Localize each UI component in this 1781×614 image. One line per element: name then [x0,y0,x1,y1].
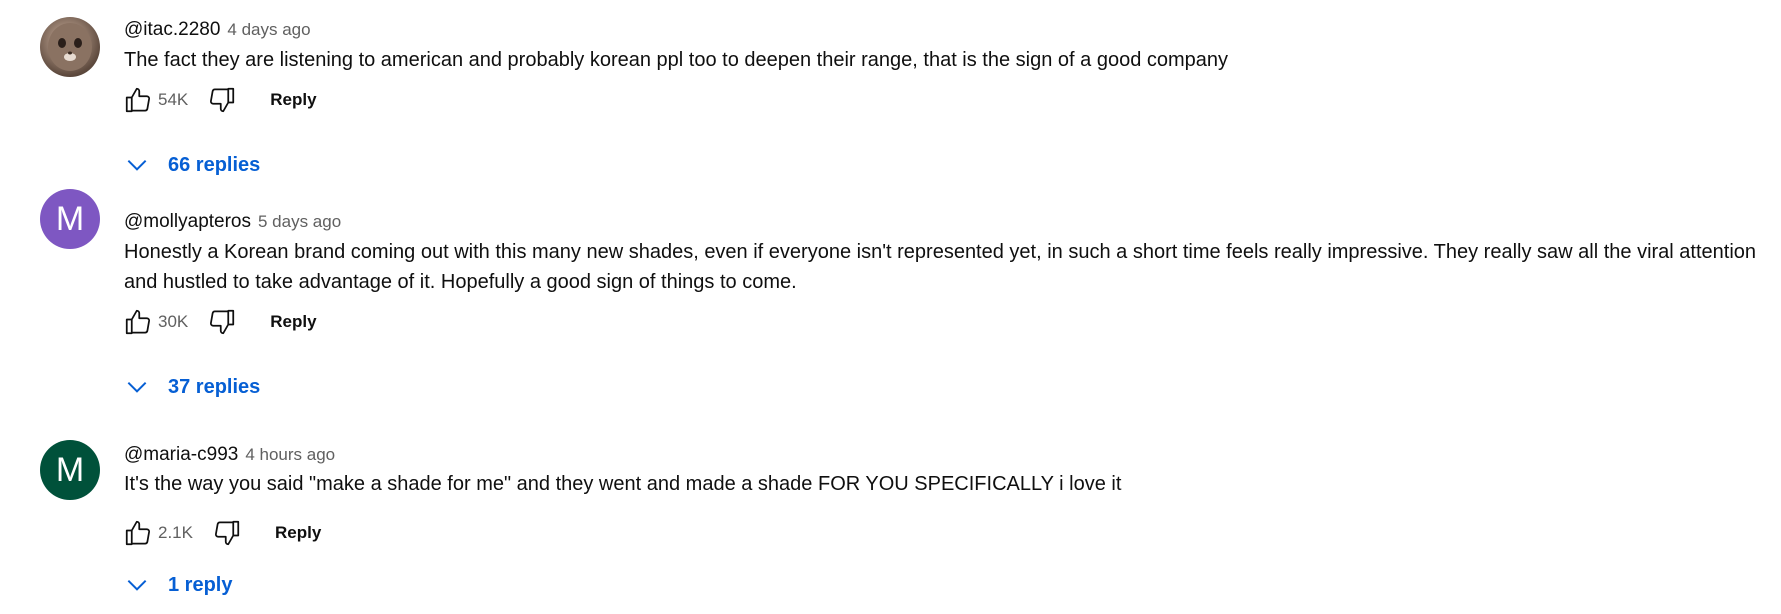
avatar-letter: M [55,199,85,238]
chevron-down-icon [127,381,147,393]
thumbs-down-icon [210,87,235,113]
like-button[interactable] [118,302,158,342]
thumbs-up-icon [125,520,151,546]
comments-section: @itac.2280 4 days ago The fact they are … [0,0,1781,614]
dislike-button[interactable] [202,80,242,120]
avatar[interactable]: M [40,189,100,249]
like-count: 54K [158,90,189,109]
chevron-down-icon [127,159,147,171]
comment-actions: 54K Reply [118,80,327,120]
avatar[interactable] [40,17,100,77]
comment-header: @mollyapteros 5 days ago [124,211,341,233]
like-button[interactable] [118,80,158,120]
comment-timestamp[interactable]: 5 days ago [258,212,341,232]
author-name[interactable]: @maria-c993 [124,444,238,466]
comment-header: @itac.2280 4 days ago [124,19,311,41]
view-replies-button[interactable]: 66 replies [124,145,260,185]
reply-button[interactable]: Reply [260,304,326,340]
like-count: 2.1K [158,523,193,542]
replies-count-label: 66 replies [168,153,261,176]
dislike-button[interactable] [207,513,247,553]
reply-button[interactable]: Reply [260,82,326,118]
like-button[interactable] [118,513,158,553]
dislike-button[interactable] [202,302,242,342]
comment-header: @maria-c993 4 hours ago [124,444,335,466]
comment-text: Honestly a Korean brand coming out with … [124,241,1757,293]
avatar-photo-icon [48,23,92,71]
replies-count-label: 37 replies [168,375,261,398]
thumbs-up-icon [125,87,151,113]
comment-timestamp[interactable]: 4 days ago [227,20,310,40]
comment-actions: 2.1K Reply [118,513,331,553]
view-replies-button[interactable]: 37 replies [124,367,260,407]
thumbs-up-icon [125,309,151,335]
author-name[interactable]: @mollyapteros [124,211,251,233]
comment-text: The fact they are listening to american … [124,49,1229,71]
like-count: 30K [158,312,189,331]
avatar[interactable]: M [40,440,100,500]
avatar-letter: M [55,450,85,489]
author-name[interactable]: @itac.2280 [124,19,220,41]
view-replies-button[interactable]: 1 reply [124,565,232,605]
comment-text: It's the way you said "make a shade for … [124,473,1122,495]
comment-actions: 30K Reply [118,302,327,342]
thumbs-down-icon [214,520,240,546]
chevron-down-icon [127,579,147,591]
comment-timestamp[interactable]: 4 hours ago [245,445,335,465]
thumbs-down-icon [210,309,235,335]
replies-count-label: 1 reply [168,573,233,596]
reply-button[interactable]: Reply [265,515,331,551]
